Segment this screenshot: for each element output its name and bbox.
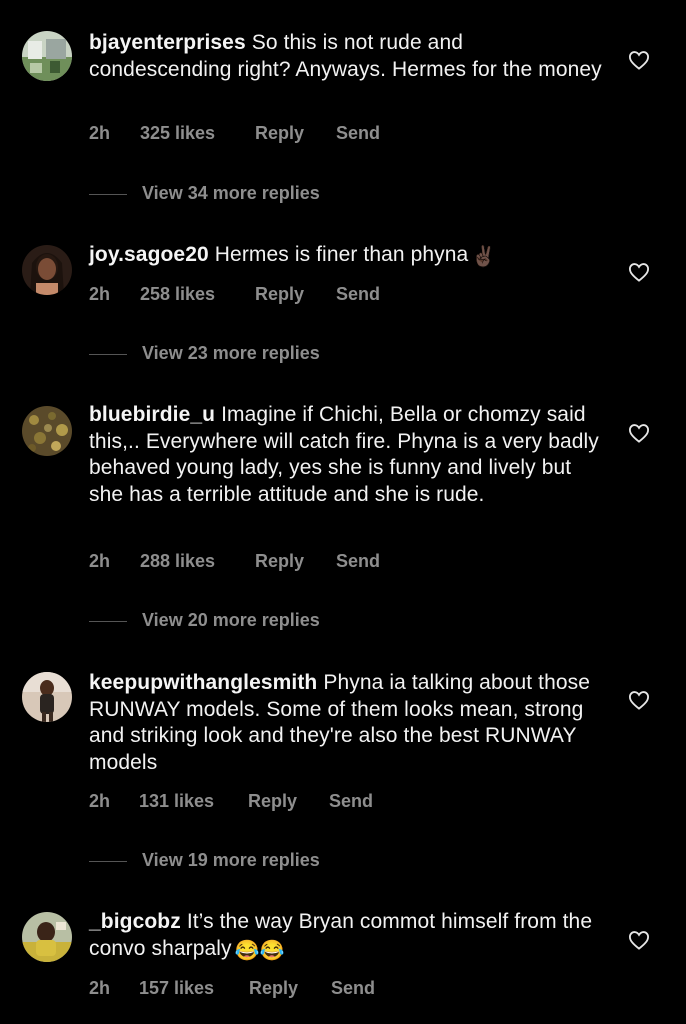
- heart-icon[interactable]: [628, 50, 650, 70]
- send-button[interactable]: Send: [329, 791, 373, 812]
- view-replies-label[interactable]: View 23 more replies: [142, 343, 320, 364]
- heart-icon[interactable]: [628, 690, 650, 710]
- comment-text: joy.sagoe20 Hermes is finer than phyna ✌🏿: [89, 242, 609, 269]
- laughing-emoji: 😂😂: [234, 939, 285, 962]
- view-replies-label[interactable]: View 34 more replies: [142, 183, 320, 204]
- send-button[interactable]: Send: [336, 551, 380, 572]
- username[interactable]: bluebirdie_u: [89, 403, 215, 426]
- view-replies-label[interactable]: View 20 more replies: [142, 610, 320, 631]
- view-replies-label[interactable]: View 19 more replies: [142, 850, 320, 871]
- reply-button[interactable]: Reply: [255, 551, 304, 572]
- likes-count[interactable]: 258 likes: [140, 284, 215, 305]
- comment-text: bluebirdie_u Imagine if Chichi, Bella or …: [89, 402, 609, 508]
- comment-text: bjayenterprises So this is not rude and c…: [89, 30, 609, 83]
- replies-divider: [89, 194, 127, 195]
- avatar[interactable]: [22, 31, 72, 81]
- send-button[interactable]: Send: [336, 123, 380, 144]
- heart-icon[interactable]: [628, 262, 650, 282]
- comment-text: keepupwithanglesmith Phyna ia talking abo…: [89, 670, 609, 776]
- username[interactable]: bjayenterprises: [89, 31, 246, 54]
- comment-body: Hermes is finer than phyna: [214, 243, 469, 266]
- reply-button[interactable]: Reply: [255, 123, 304, 144]
- send-button[interactable]: Send: [331, 978, 375, 999]
- reply-button[interactable]: Reply: [255, 284, 304, 305]
- likes-count[interactable]: 288 likes: [140, 551, 215, 572]
- comment-text: _bigcobz It’s the way Bryan commot himsel…: [89, 909, 609, 962]
- username[interactable]: keepupwithanglesmith: [89, 671, 317, 694]
- view-replies-button[interactable]: View 34 more replies: [89, 183, 369, 207]
- timestamp: 2h: [89, 284, 111, 304]
- view-replies-button[interactable]: View 23 more replies: [89, 343, 369, 367]
- heart-icon[interactable]: [628, 423, 650, 443]
- likes-count[interactable]: 157 likes: [139, 978, 214, 999]
- avatar[interactable]: [22, 912, 72, 962]
- reply-button[interactable]: Reply: [249, 978, 298, 999]
- timestamp: 2h: [89, 791, 111, 811]
- heart-icon[interactable]: [628, 930, 650, 950]
- victory-hand-emoji: ✌🏿: [471, 246, 497, 268]
- replies-divider: [89, 354, 127, 355]
- replies-divider: [89, 861, 127, 862]
- avatar[interactable]: [22, 245, 72, 295]
- avatar[interactable]: [22, 672, 72, 722]
- username[interactable]: _bigcobz: [89, 910, 181, 933]
- avatar[interactable]: [22, 406, 72, 456]
- reply-button[interactable]: Reply: [248, 791, 297, 812]
- replies-divider: [89, 621, 127, 622]
- timestamp: 2h: [89, 978, 111, 998]
- view-replies-button[interactable]: View 20 more replies: [89, 610, 369, 634]
- view-replies-button[interactable]: View 19 more replies: [89, 850, 369, 874]
- likes-count[interactable]: 131 likes: [139, 791, 214, 812]
- timestamp: 2h: [89, 551, 111, 571]
- send-button[interactable]: Send: [336, 284, 380, 305]
- username[interactable]: joy.sagoe20: [89, 243, 209, 266]
- timestamp: 2h: [89, 123, 111, 143]
- likes-count[interactable]: 325 likes: [140, 123, 215, 144]
